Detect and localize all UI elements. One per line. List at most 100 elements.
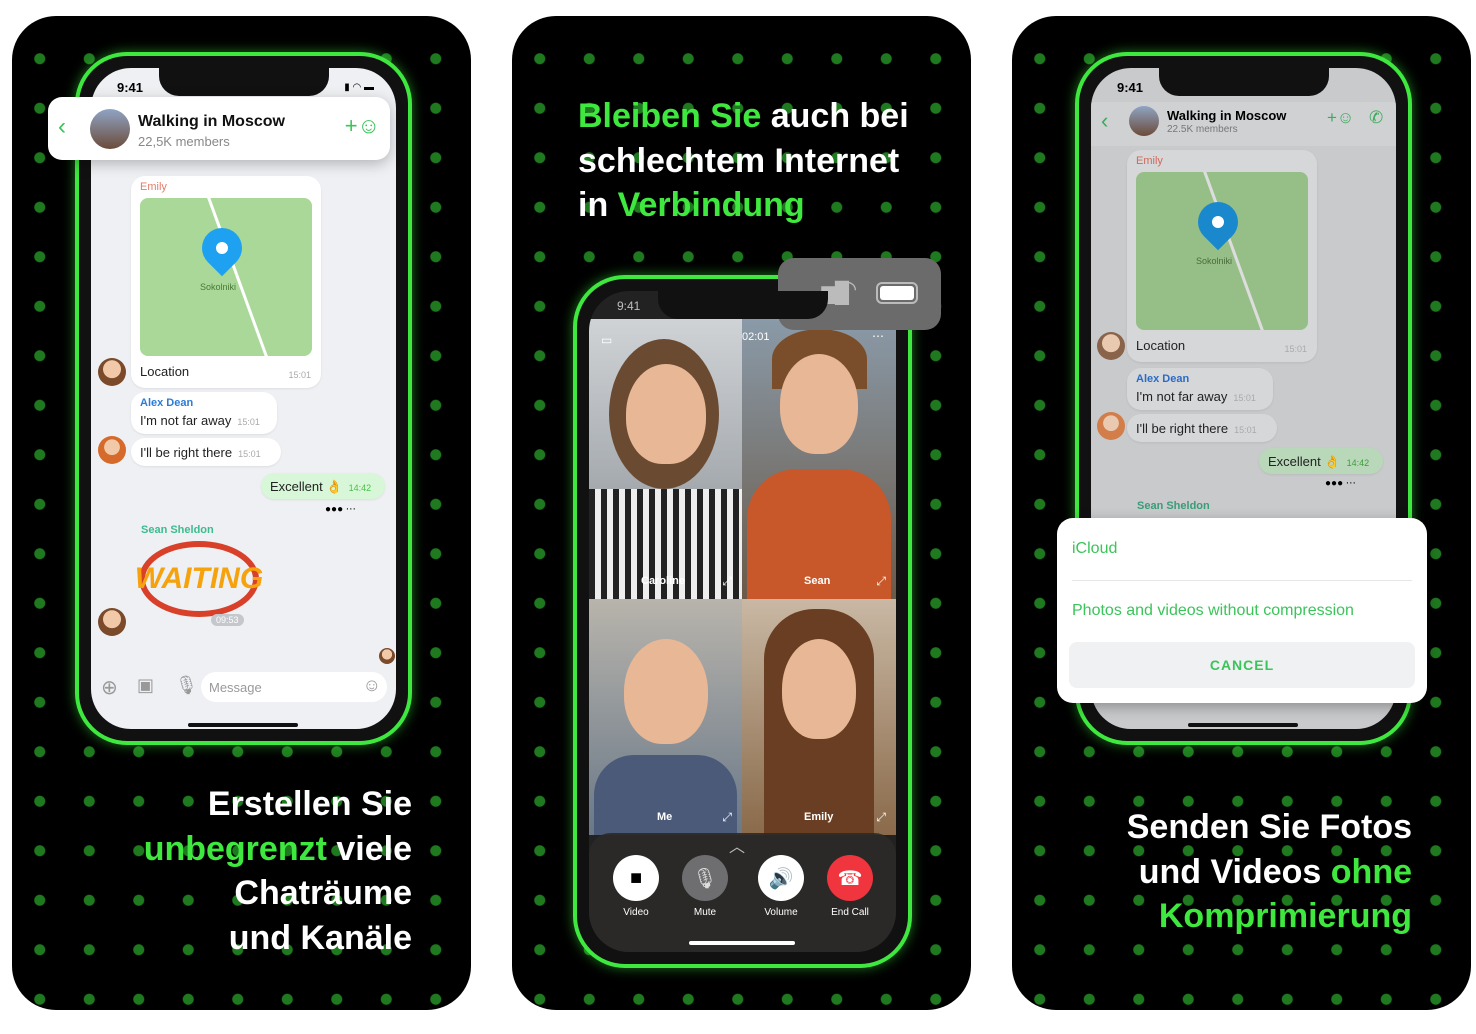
chevron-left-icon[interactable]: ‹ — [58, 113, 66, 141]
status-icons: ▮ ◠ ▬ — [344, 82, 374, 93]
avatar-sean[interactable] — [98, 608, 126, 636]
participant-tile[interactable]: Emily ⤢ — [742, 599, 896, 835]
message-time: 15:01 — [238, 449, 261, 459]
icloud-option[interactable]: iCloud — [1072, 540, 1117, 558]
message-alex-1[interactable]: Alex Dean I'm not far away 15:01 — [131, 392, 277, 434]
waiting-sticker[interactable]: WAITING — [135, 541, 263, 617]
chevron-left-icon[interactable]: ‹ — [1101, 108, 1108, 134]
location-pin-icon — [1189, 193, 1247, 251]
expand-icon[interactable]: ⤢ — [722, 574, 732, 589]
gallery-icon[interactable]: ▣ — [137, 675, 154, 696]
message-input[interactable]: Message ☺ — [201, 672, 387, 702]
map-label: Sokolniki — [1196, 256, 1233, 266]
map-preview[interactable]: Sokolniki — [1136, 172, 1308, 330]
participant-name: Caroline — [641, 575, 686, 587]
avatar-emily[interactable] — [1097, 332, 1125, 360]
speaker-icon[interactable]: 🔊 — [758, 855, 804, 901]
notch — [657, 291, 828, 319]
participant-name: Me — [657, 811, 673, 823]
mute-button-label: Mute — [693, 907, 717, 918]
caption: Erstellen Sie unbegrenzt viele Chaträume… — [144, 782, 412, 960]
phone-frame: Caroline ⤢ ▭ Sean ⤢ 02:01 ⋯ Me ⤢ Emily ⤢… — [573, 275, 912, 968]
panel-send-photos: 9:41 ‹ Walking in Moscow 22.5K members +… — [1012, 16, 1471, 1010]
read-receipts-avatars: ●●● ⋯ — [325, 504, 356, 515]
avatar-alex[interactable] — [1097, 412, 1125, 440]
chevron-up-icon[interactable]: ︿ — [729, 833, 745, 857]
map-preview[interactable]: Sokolniki — [140, 198, 312, 356]
caption: Senden Sie Fotos und Videos ohne Komprim… — [1127, 805, 1412, 939]
emoji-icon[interactable]: ☺ — [363, 675, 381, 696]
sender-name: Alex Dean — [140, 397, 194, 409]
message-alex-1[interactable]: Alex Dean I'm not far away 15:01 — [1127, 368, 1273, 410]
phone-call-icon[interactable]: ✆ — [1369, 108, 1383, 128]
notch — [158, 68, 329, 96]
volume-button-label: Volume — [764, 907, 798, 918]
expand-icon[interactable]: ⤢ — [876, 810, 886, 825]
caption-line: viele — [326, 829, 412, 868]
status-time: 9:41 — [1117, 80, 1144, 95]
expand-icon[interactable]: ⤢ — [876, 574, 886, 589]
participant-tile[interactable]: Sean ⤢ 02:01 ⋯ — [742, 319, 896, 599]
message-alex-2[interactable]: I'll be right there 15:01 — [131, 438, 281, 466]
message-time: 09:53 — [211, 614, 244, 626]
own-message[interactable]: Excellent 👌 14:42 — [1259, 448, 1383, 474]
add-user-icon[interactable]: +☺ — [1327, 108, 1354, 128]
location-label: Location — [140, 364, 190, 379]
caption: Bleiben Sie auch bei schlechtem Internet… — [578, 94, 909, 228]
message-time: 14:42 — [348, 483, 372, 493]
location-message[interactable]: Emily Sokolniki Location 15:01 — [1127, 150, 1317, 362]
divider — [1072, 580, 1412, 581]
home-indicator — [1188, 723, 1298, 727]
add-attachment-icon[interactable]: ⊕ — [101, 675, 118, 700]
home-indicator — [188, 723, 298, 727]
upload-options-sheet: iCloud Photos and videos without compres… — [1057, 518, 1427, 703]
read-receipts-avatars: ●●● ⋯ — [1325, 478, 1356, 489]
uncompressed-option[interactable]: Photos and videos without compression — [1072, 602, 1354, 620]
member-count: 22,5K members — [138, 134, 230, 149]
sender-name: Alex Dean — [1136, 373, 1190, 385]
map-label: Sokolniki — [200, 282, 237, 292]
status-time: 9:41 — [617, 299, 641, 313]
chat-header: ‹ Walking in Moscow 22,5K members +☺ — [48, 97, 390, 160]
own-message[interactable]: Excellent 👌 14:42 — [261, 473, 385, 499]
add-user-icon[interactable]: +☺ — [345, 113, 380, 139]
more-icon[interactable]: ⋯ — [872, 329, 884, 343]
caption-highlight: ohne — [1330, 852, 1412, 891]
message-text: Excellent 👌 — [1268, 454, 1341, 469]
avatar-emily[interactable] — [98, 358, 126, 386]
message-time: 15:01 — [1284, 344, 1307, 354]
caption-highlight: Bleiben Sie — [578, 97, 762, 135]
group-avatar[interactable] — [90, 109, 130, 149]
microphone-icon[interactable]: 🎙 — [175, 675, 198, 696]
chat-icon[interactable]: ▭ — [601, 333, 612, 347]
sender-name: Sean Sheldon — [1137, 500, 1210, 512]
chat-header: ‹ Walking in Moscow 22.5K members +☺ ✆ — [1091, 102, 1396, 146]
video-camera-icon[interactable]: ■ — [613, 855, 659, 901]
message-text: I'm not far away — [1136, 389, 1228, 404]
chat-title[interactable]: Walking in Moscow — [1167, 108, 1286, 123]
group-avatar[interactable] — [1129, 106, 1159, 136]
caption-highlight: Verbindung — [617, 186, 805, 224]
end-call-button-label: End Call — [831, 907, 869, 918]
sender-name: Emily — [140, 181, 167, 193]
participant-tile[interactable]: Me ⤢ — [589, 599, 742, 835]
caption-line: Senden Sie Fotos — [1126, 808, 1412, 846]
location-message[interactable]: Emily Sokolniki Location 15:01 — [131, 176, 321, 388]
avatar-reader — [379, 648, 395, 664]
expand-icon[interactable]: ⤢ — [722, 810, 732, 825]
chat-title[interactable]: Walking in Moscow — [138, 113, 285, 131]
message-time: 15:01 — [1234, 425, 1257, 435]
mic-off-icon[interactable]: 🎙 — [682, 855, 728, 901]
member-count: 22.5K members — [1167, 124, 1238, 135]
hang-up-icon[interactable]: ☎ — [827, 855, 873, 901]
avatar-alex[interactable] — [98, 436, 126, 464]
cancel-button[interactable]: CANCEL — [1069, 642, 1415, 688]
caption-line: und Kanäle — [228, 918, 412, 957]
caption-highlight: Komprimierung — [1158, 897, 1412, 935]
sender-name: Emily — [1136, 155, 1163, 167]
panel-video-call: Bleiben Sie auch bei schlechtem Internet… — [512, 16, 971, 1010]
message-alex-2[interactable]: I'll be right there 15:01 — [1127, 414, 1277, 442]
participant-name: Emily — [804, 811, 834, 823]
participant-tile[interactable]: Caroline ⤢ ▭ — [589, 319, 742, 599]
caption-line: in — [578, 186, 618, 224]
